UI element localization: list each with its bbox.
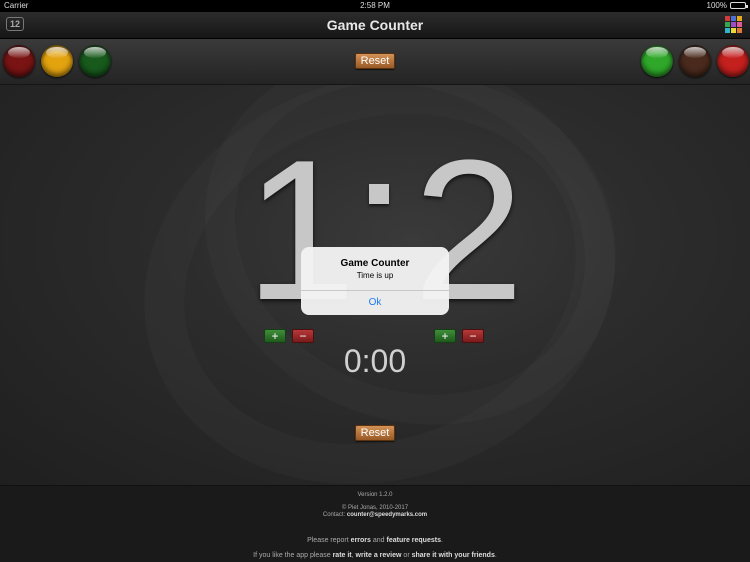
alert-backdrop: Game Counter Time is up Ok [0,0,750,562]
alert-title: Game Counter [340,258,410,269]
alert-ok-button[interactable]: Ok [301,291,449,315]
alert-dialog: Game Counter Time is up Ok [301,247,449,315]
alert-message: Time is up [356,271,394,280]
